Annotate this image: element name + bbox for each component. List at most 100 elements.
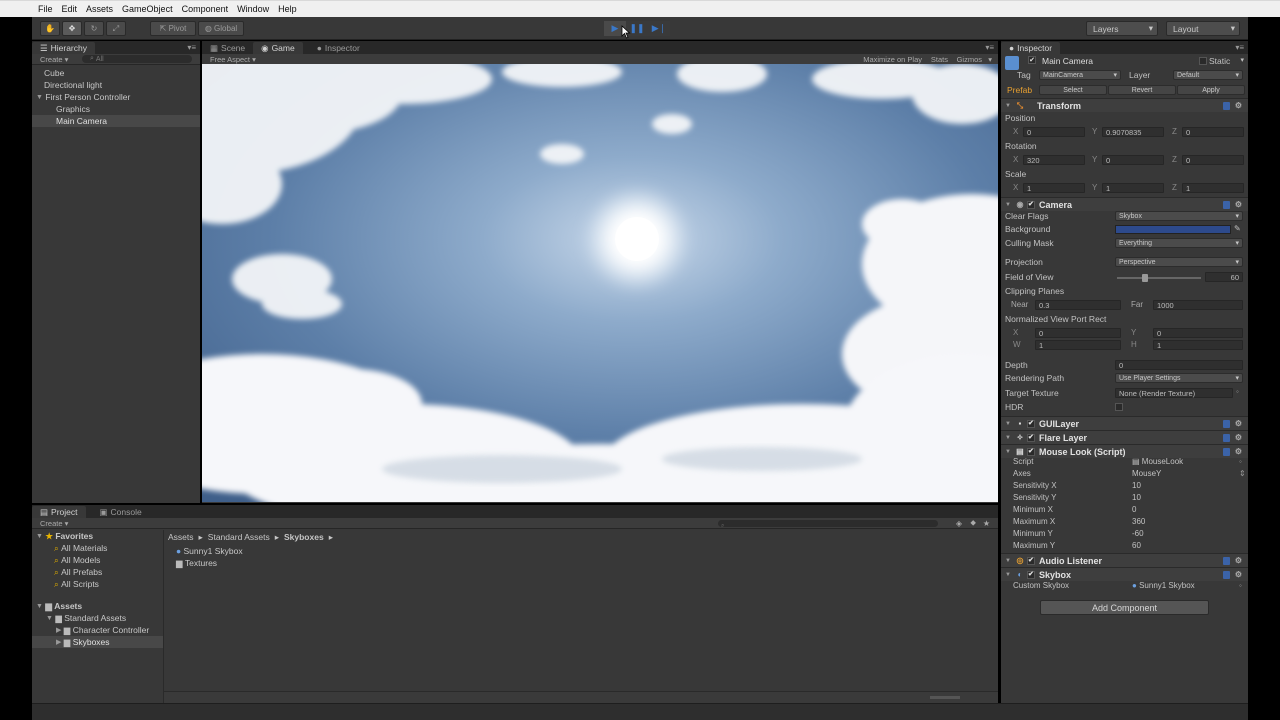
guilayer-header[interactable]: ▼ ▪ ✔ GUILayer ⚙ [1001, 416, 1248, 430]
tab-project[interactable]: ▤ Project [32, 506, 86, 518]
skybox-header[interactable]: ▼ ◐ ✔ Skybox ⚙ [1001, 567, 1248, 581]
fov-slider-thumb[interactable] [1141, 274, 1148, 282]
panel-menu-icon[interactable]: ▾≡ [1235, 43, 1244, 52]
near-field[interactable]: 0.3 [1035, 300, 1121, 310]
menu-gameobject[interactable]: GameObject [122, 4, 173, 14]
maximum-y-field[interactable]: 60 [1132, 541, 1141, 550]
mouselook-header[interactable]: ▼ ▤ ✔ Mouse Look (Script) ⚙ [1001, 444, 1248, 458]
position-y-field[interactable]: 0.9070835 [1102, 127, 1164, 137]
global-toggle[interactable]: ◍ Global [198, 21, 244, 36]
maximize-on-play-toggle[interactable]: Maximize on Play [863, 55, 922, 64]
tab-inspector[interactable]: ● Inspector [1001, 42, 1061, 54]
favorite-all-models[interactable]: ⌕ All Models [32, 554, 163, 566]
tab-scene[interactable]: ▦ Scene [202, 42, 253, 54]
rotation-z-field[interactable]: 0 [1182, 155, 1244, 165]
assets-node[interactable]: ▼ ▆ Assets [32, 600, 163, 612]
favorites-node[interactable]: ▼ ★ Favorites [32, 530, 163, 542]
rotate-tool-button[interactable]: ↻ [84, 21, 104, 36]
script-field[interactable]: ▤ MouseLook [1132, 457, 1183, 466]
gear-icon[interactable]: ⚙ [1235, 556, 1242, 565]
pivot-toggle[interactable]: ⇱ Pivot [150, 21, 196, 36]
clear-flags-dropdown[interactable]: Skybox ▾ [1115, 211, 1243, 221]
custom-skybox-field[interactable]: ● Sunny1 Skybox [1132, 581, 1195, 590]
gizmos-toggle[interactable]: Gizmos [957, 55, 982, 64]
chevron-down-icon[interactable]: ▼ [36, 94, 43, 101]
menu-assets[interactable]: Assets [86, 4, 113, 14]
hierarchy-item-directional-light[interactable]: Directional light [32, 79, 200, 91]
help-book-icon[interactable] [1223, 570, 1230, 579]
layer-dropdown[interactable]: Default ▾ [1173, 70, 1243, 80]
scale-z-field[interactable]: 1 [1182, 183, 1244, 193]
maximum-x-field[interactable]: 360 [1132, 517, 1145, 526]
panel-menu-icon[interactable]: ▾≡ [187, 43, 196, 52]
gear-icon[interactable]: ⚙ [1235, 447, 1242, 456]
layers-dropdown[interactable]: Layers ▾ [1086, 21, 1158, 36]
gear-icon[interactable]: ⚙ [1235, 570, 1242, 579]
game-viewport[interactable] [202, 64, 998, 502]
transform-header[interactable]: ▼ ⤡ Transform ⚙ [1001, 98, 1248, 112]
folder-character-controller[interactable]: ▶ ▆ Character Controller [32, 624, 163, 636]
folder-standard-assets[interactable]: ▼ ▆ Standard Assets [32, 612, 163, 624]
prefab-select-button[interactable]: Select [1039, 85, 1107, 95]
panel-menu-icon[interactable]: ▾≡ [985, 43, 994, 52]
far-field[interactable]: 1000 [1153, 300, 1243, 310]
scale-x-field[interactable]: 1 [1023, 183, 1085, 193]
help-book-icon[interactable] [1223, 447, 1230, 456]
axes-dropdown[interactable]: MouseY [1132, 469, 1161, 478]
hdr-checkbox[interactable] [1115, 403, 1123, 411]
chevron-updown-icon[interactable]: ⇕ [1239, 469, 1246, 478]
prefab-revert-button[interactable]: Revert [1108, 85, 1176, 95]
add-component-button[interactable]: Add Component [1040, 600, 1209, 615]
filter-label-icon[interactable]: ⬥ [970, 518, 976, 528]
hand-tool-button[interactable]: ✋ [40, 21, 60, 36]
file-textures[interactable]: ▆ Textures [176, 557, 243, 569]
favorite-star-icon[interactable]: ★ [983, 519, 990, 528]
culling-mask-dropdown[interactable]: Everything ▾ [1115, 238, 1243, 248]
hierarchy-item-cube[interactable]: Cube [32, 67, 200, 79]
fov-field[interactable]: 60 [1205, 272, 1243, 282]
skybox-enabled-checkbox[interactable]: ✔ [1026, 570, 1035, 579]
gear-icon[interactable]: ⚙ [1235, 200, 1242, 209]
step-button[interactable]: ▶❘ [648, 21, 670, 36]
audiolistener-enabled-checkbox[interactable]: ✔ [1026, 556, 1035, 565]
depth-field[interactable]: 0 [1115, 360, 1243, 370]
folder-skyboxes[interactable]: ▶ ▆ Skyboxes [32, 636, 163, 648]
gear-icon[interactable]: ⚙ [1235, 101, 1242, 110]
tab-console[interactable]: ▣ Console [92, 506, 150, 518]
tab-game[interactable]: ◉ Game [253, 42, 303, 54]
chevron-down-icon[interactable]: ▾ [988, 55, 992, 64]
breadcrumb-item[interactable]: Skyboxes [284, 532, 324, 543]
menu-edit[interactable]: Edit [62, 4, 78, 14]
rendering-path-dropdown[interactable]: Use Player Settings ▾ [1115, 373, 1243, 383]
gear-icon[interactable]: ⚙ [1235, 419, 1242, 428]
hierarchy-item-graphics[interactable]: Graphics [32, 103, 200, 115]
menu-window[interactable]: Window [237, 4, 269, 14]
breadcrumb-item[interactable]: Standard Assets [208, 532, 270, 543]
layout-dropdown[interactable]: Layout ▾ [1166, 21, 1240, 36]
favorite-all-prefabs[interactable]: ⌕ All Prefabs [32, 566, 163, 578]
flarelayer-header[interactable]: ▼ ✧ ✔ Flare Layer ⚙ [1001, 430, 1248, 444]
minimum-y-field[interactable]: -60 [1132, 529, 1144, 538]
camera-header[interactable]: ▼ ◉ ✔ Camera ⚙ [1001, 197, 1248, 211]
target-texture-field[interactable]: None (Render Texture) [1115, 388, 1233, 398]
help-book-icon[interactable] [1223, 200, 1230, 209]
flarelayer-enabled-checkbox[interactable]: ✔ [1026, 433, 1035, 442]
hierarchy-item-first-person-controller[interactable]: ▼ First Person Controller [32, 91, 200, 103]
menu-help[interactable]: Help [278, 4, 297, 14]
active-checkbox[interactable]: ✔ [1028, 56, 1036, 64]
hierarchy-item-main-camera[interactable]: Main Camera [32, 115, 200, 127]
background-color-swatch[interactable] [1115, 225, 1231, 234]
camera-enabled-checkbox[interactable]: ✔ [1026, 200, 1035, 209]
position-z-field[interactable]: 0 [1182, 127, 1244, 137]
menu-file[interactable]: File [38, 4, 53, 14]
scale-y-field[interactable]: 1 [1102, 183, 1164, 193]
file-sunny1-skybox[interactable]: ● Sunny1 Skybox [176, 545, 243, 557]
sensitivity-y-field[interactable]: 10 [1132, 493, 1141, 502]
static-checkbox[interactable] [1199, 57, 1207, 65]
object-picker-icon[interactable]: ◦ [1236, 387, 1239, 396]
sensitivity-x-field[interactable]: 10 [1132, 481, 1141, 490]
tab-inspector-center[interactable]: ● Inspector [309, 42, 368, 54]
position-x-field[interactable]: 0 [1023, 127, 1085, 137]
guilayer-enabled-checkbox[interactable]: ✔ [1026, 419, 1035, 428]
move-tool-button[interactable]: ✥ [62, 21, 82, 36]
